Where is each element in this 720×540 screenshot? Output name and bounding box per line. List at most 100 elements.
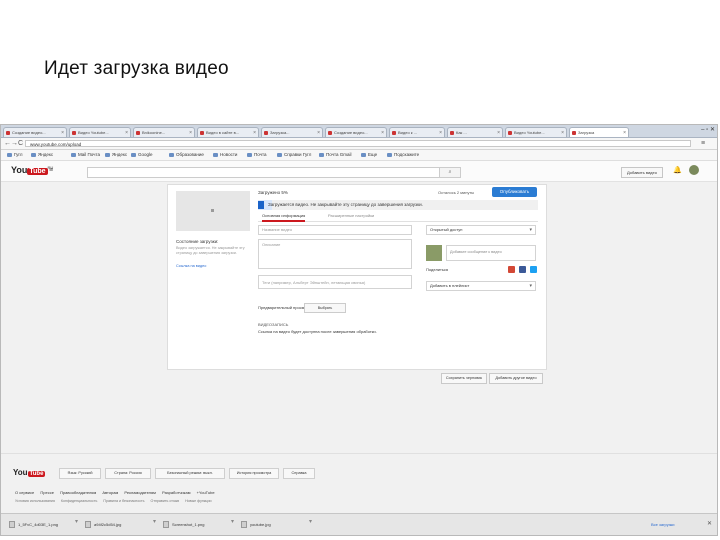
publish-button[interactable]: Опубликовать [492, 187, 537, 197]
show-all-downloads-link[interactable]: Все загрузки [651, 519, 675, 530]
url-input[interactable]: www.youtube.com/upload [25, 140, 691, 147]
bookmark-item[interactable]: Справки Гугл [277, 150, 311, 160]
description-input[interactable]: Описание [258, 239, 412, 269]
video-link[interactable]: Ссылка на видео [176, 264, 206, 268]
bookmark-item[interactable]: Подскажите [387, 150, 419, 160]
download-menu-icon[interactable]: ▾ [231, 518, 234, 525]
menu-icon[interactable]: ≡ [701, 138, 705, 149]
tab-close-icon[interactable]: × [61, 128, 64, 137]
guide-menu-icon[interactable]: ≡ [49, 166, 53, 175]
browser-tab[interactable]: Видео к ... × [389, 127, 445, 137]
footer-link[interactable]: Рекламодателям [124, 490, 156, 495]
browser-tab[interactable]: Bnikoonine... × [133, 127, 195, 137]
upload-tabs: Основная информация Расширенные настройк… [258, 212, 538, 222]
facebook-icon[interactable] [519, 266, 526, 273]
tab-close-icon[interactable]: × [561, 128, 564, 137]
tab-close-icon[interactable]: × [253, 128, 256, 137]
download-item[interactable]: a94f2c5d54.jpg [85, 519, 121, 530]
download-item[interactable]: 1_5FvC_4d03E_1.png [9, 519, 58, 530]
bookmark-item[interactable]: Почта [247, 150, 267, 160]
tags-input[interactable]: Теги (например, Альберт Эйнштейн, летающ… [258, 275, 412, 289]
youtube-logo[interactable]: You TubeRU [11, 165, 53, 175]
footer-link[interactable]: Правообладателям [60, 490, 96, 495]
preview-select[interactable]: Выбрать [304, 303, 346, 313]
upload-progress-text: Загружается видео. Не закрывайте эту стр… [268, 202, 423, 207]
browser-tab[interactable]: Создание видео... × [3, 127, 67, 137]
browser-tab[interactable]: Загрузка... × [261, 127, 323, 137]
avatar[interactable] [689, 165, 699, 175]
browser-tab-active[interactable]: Загрузка × [569, 127, 629, 137]
search-button[interactable]: ⌕ [439, 167, 461, 178]
tab-close-icon[interactable]: × [623, 128, 626, 137]
language-button[interactable]: Язык: Русский [59, 468, 101, 479]
search-input[interactable] [87, 167, 441, 178]
footer-link[interactable]: Отправить отзыв [151, 499, 180, 503]
footer-link[interactable]: +YouTube [197, 490, 215, 495]
bookmark-item[interactable]: Почта Gmail [319, 150, 352, 160]
bookmark-item[interactable]: Еще [361, 150, 377, 160]
bell-icon[interactable]: 🔔 [673, 166, 682, 174]
downloads-bar: 1_5FvC_4d03E_1.png ▾ a94f2c5d54.jpg ▾ Sc… [1, 513, 717, 535]
privacy-select[interactable]: Открытый доступ [426, 225, 536, 235]
bookmark-item[interactable]: Google [131, 150, 153, 160]
footer-link[interactable]: Правила и безопасность [103, 499, 144, 503]
add-another-video-button[interactable]: Добавить другое видео [489, 373, 543, 384]
safety-mode-button[interactable]: Безопасный режим: выкл. [155, 468, 225, 479]
bookmark-item[interactable]: Mail Почта [71, 150, 100, 160]
history-button[interactable]: История просмотра [229, 468, 279, 479]
google-plus-icon[interactable] [508, 266, 515, 273]
bookmark-item[interactable]: Образование [169, 150, 204, 160]
back-icon[interactable]: ← [4, 138, 11, 149]
footer-link[interactable]: Условия использования [15, 499, 55, 503]
forward-icon[interactable]: → [11, 138, 18, 149]
tab-close-icon[interactable]: × [189, 128, 192, 137]
tab-close-icon[interactable]: × [125, 128, 128, 137]
bookmark-item[interactable]: Яндекс [105, 150, 127, 160]
upload-button[interactable]: Добавить видео [621, 167, 663, 178]
bookmark-item[interactable]: Гугл [7, 150, 23, 160]
address-bar: ← → C www.youtube.com/upload ≡ [1, 138, 717, 150]
footer-link[interactable]: О сервисе [15, 490, 34, 495]
browser-tab[interactable]: Как ... × [447, 127, 503, 137]
reload-icon[interactable]: C [18, 138, 23, 149]
download-menu-icon[interactable]: ▾ [75, 518, 78, 525]
tab-close-icon[interactable]: × [439, 128, 442, 137]
tab-close-icon[interactable]: × [381, 128, 384, 137]
tab-close-icon[interactable]: × [497, 128, 500, 137]
footer-link[interactable]: Прессе [40, 490, 54, 495]
footer-link[interactable]: Конфиденциальность [61, 499, 97, 503]
download-item[interactable]: Screenshot_1.png [163, 519, 204, 530]
youtube-footer: You Tube Язык: Русский Страна: Россия Без… [1, 453, 717, 508]
title-input[interactable]: Название видео [258, 225, 412, 235]
tab-basic-info[interactable]: Основная информация [262, 212, 306, 222]
tab-advanced-settings[interactable]: Расширенные настройки [328, 212, 374, 220]
video-thumbnail [176, 191, 250, 231]
browser-tab[interactable]: Видео Youtube... × [505, 127, 567, 137]
close-icon[interactable]: ✕ [707, 519, 712, 530]
footer-youtube-logo[interactable]: You Tube [13, 468, 46, 477]
bookmark-item[interactable]: Яндекс [31, 150, 53, 160]
video-address-label: ВИДЕОЗАПИСЬ [258, 322, 289, 327]
footer-link[interactable]: Разработчикам [162, 490, 190, 495]
footer-link[interactable]: Новые функции [185, 499, 211, 503]
bookmarks-bar: Гугл Яндекс Mail Почта Яндекс Google Обр… [1, 150, 717, 161]
video-address-note: Ссылка на видео будет доступна после зав… [258, 329, 377, 334]
country-button[interactable]: Страна: Россия [105, 468, 151, 479]
download-menu-icon[interactable]: ▾ [309, 518, 312, 525]
footer-link[interactable]: Авторам [102, 490, 118, 495]
youtube-header: You TubeRU ≡ ⌕ Добавить видео 🔔 [1, 161, 717, 182]
download-item[interactable]: youtube.jpg [241, 519, 271, 530]
share-message-input[interactable]: Добавьте сообщение к видео [446, 245, 536, 261]
playlist-select[interactable]: Добавить в плейлист [426, 281, 536, 291]
tab-close-icon[interactable]: × [317, 128, 320, 137]
browser-tab[interactable]: Видео Youtube... × [69, 127, 131, 137]
download-menu-icon[interactable]: ▾ [153, 518, 156, 525]
browser-tab[interactable]: Создание видео... × [325, 127, 387, 137]
save-draft-button[interactable]: Сохранить черновик [441, 373, 487, 384]
upload-progress-marker [258, 201, 264, 209]
help-button[interactable]: Справка [283, 468, 315, 479]
bookmark-item[interactable]: Новости [213, 150, 237, 160]
twitter-icon[interactable] [530, 266, 537, 273]
window-controls[interactable]: – ▫ ✕ [701, 126, 715, 133]
browser-tab[interactable]: Видео в сайте в... × [197, 127, 259, 137]
